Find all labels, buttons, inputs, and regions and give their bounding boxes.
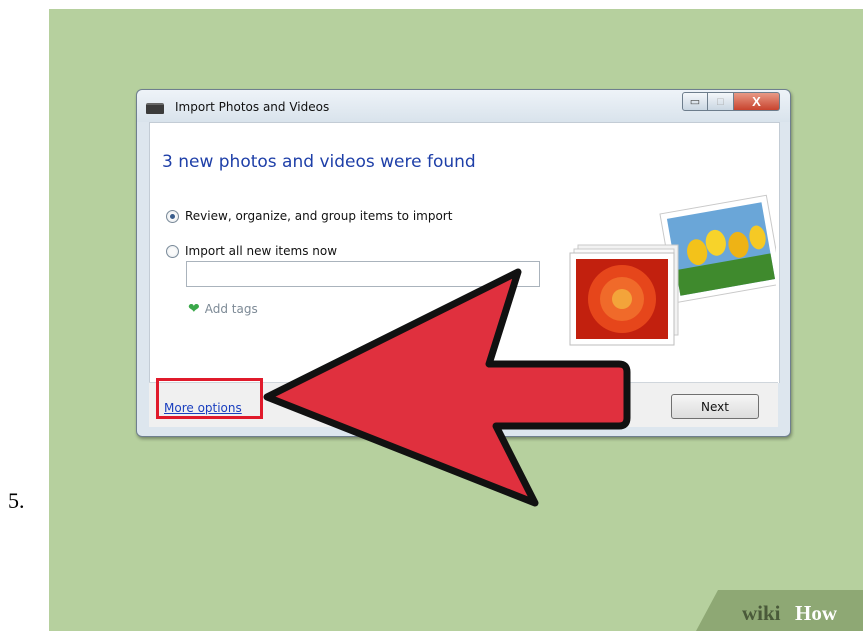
wiki-text: wiki [742,601,781,625]
dialog-footer: More options Next [149,378,778,427]
illustration-panel: Import Photos and Videos ▭ □ X 3 new pho… [49,9,863,631]
radio-button-checked[interactable] [166,209,179,223]
option-import-all[interactable]: Import all new items now [166,244,337,258]
option-review-label: Review, organize, and group items to imp… [185,209,453,223]
more-options-link[interactable]: More options [164,401,242,415]
import-dialog: Import Photos and Videos ▭ □ X 3 new pho… [136,89,791,437]
option-review-organize[interactable]: Review, organize, and group items to imp… [166,209,452,223]
step-number: 5. [8,488,25,513]
next-button[interactable]: Next [671,394,759,419]
scanner-icon [146,103,164,114]
add-tags-link[interactable]: ❤ Add tags [188,301,258,317]
photos-illustration [569,194,776,346]
how-text: How [795,601,838,625]
dialog-heading: 3 new photos and videos were found [162,152,476,172]
minimize-button[interactable]: ▭ [682,92,708,111]
radio-button-unchecked[interactable] [166,244,179,258]
wikihow-watermark: wiki How [696,590,863,631]
add-tags-label: Add tags [204,302,258,316]
tag-icon: ❤ [188,301,200,317]
tags-input[interactable] [186,261,540,287]
window-controls: ▭ □ X [682,92,780,114]
dialog-titlebar[interactable]: Import Photos and Videos ▭ □ X [137,90,790,122]
option-import-all-label: Import all new items now [185,244,338,258]
dialog-content: 3 new photos and videos were found Revie… [149,122,780,383]
dialog-title: Import Photos and Videos [175,100,330,114]
maximize-button[interactable]: □ [708,92,734,111]
close-button[interactable]: X [734,92,780,111]
